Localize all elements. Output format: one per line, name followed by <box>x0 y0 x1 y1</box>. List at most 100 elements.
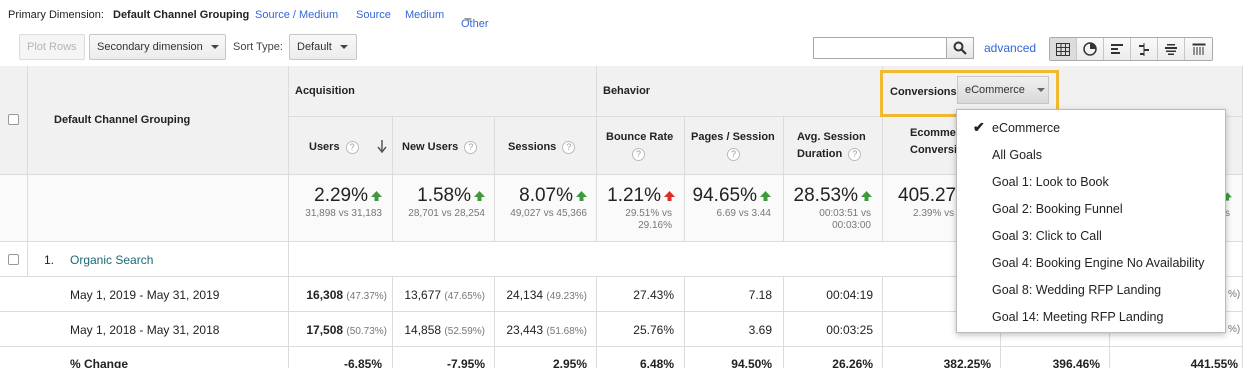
chevron-down-icon <box>1036 88 1045 92</box>
view-term-cloud-button[interactable] <box>1158 38 1185 60</box>
row3-sessions: 23,443 (51.68%) <box>495 312 597 347</box>
view-percentage-button[interactable] <box>1077 38 1104 60</box>
row4-ecommerce-value: 382.25% <box>943 357 991 368</box>
summary-users-compare: 31,898 vs 31,183 <box>305 208 382 219</box>
row4-users-value: -6.85% <box>343 357 382 368</box>
menu-item-goal-4[interactable]: Goal 4: Booking Engine No Availability <box>992 256 1204 270</box>
conversions-label: Conversions <box>890 86 957 98</box>
avg-session-header-2: Duration <box>797 148 843 160</box>
chevron-down-icon <box>464 18 472 22</box>
help-icon[interactable]: ? <box>848 147 862 161</box>
row2-bounce-rate: 27.43% <box>597 277 685 312</box>
view-pivot-button[interactable] <box>1185 38 1212 60</box>
view-performance-button[interactable] <box>1104 38 1131 60</box>
col-avg-session[interactable]: Avg. Session Duration? <box>784 117 883 175</box>
row4-pages-session: 94.50% <box>685 347 784 368</box>
plot-rows-button[interactable]: Plot Rows <box>19 34 85 60</box>
dimension-link-source-medium[interactable]: Source / Medium <box>255 9 338 21</box>
row4-avg-session: 26.26% <box>784 347 883 368</box>
dimension-link-source[interactable]: Source <box>356 9 391 21</box>
sort-arrow-down-icon <box>377 140 387 153</box>
chevron-down-icon <box>210 45 219 49</box>
help-icon[interactable]: ? <box>464 140 478 154</box>
checkmark-icon: ✔ <box>973 119 985 135</box>
dimension-header-cell: Default Channel Grouping <box>28 66 289 175</box>
row4-ecommerce: 382.25% <box>883 347 1001 368</box>
summary-pages-session-compare: 6.69 vs 3.44 <box>716 208 771 219</box>
date-range-previous: May 1, 2018 - May 31, 2018 <box>70 323 220 337</box>
table-row: May 1, 2018 - May 31, 2018 <box>0 312 289 347</box>
row4-c9-value: 441.55% <box>1190 357 1238 368</box>
row-index: 1. <box>44 253 55 267</box>
acquisition-group: Acquisition <box>289 66 597 117</box>
menu-item-ecommerce[interactable]: eCommerce <box>992 121 1060 135</box>
sort-type-select[interactable]: Default <box>289 34 357 60</box>
row3-users: 17,508 (50.73%) <box>289 312 393 347</box>
row2-new-users-value: 13,677 <box>404 288 442 302</box>
secondary-dimension-label: Secondary dimension <box>97 41 203 53</box>
sessions-header: Sessions <box>508 141 557 153</box>
menu-item-all-goals[interactable]: All Goals <box>992 148 1042 162</box>
summary-new-users-value: 1.58% <box>417 185 471 206</box>
behavior-group: Behavior <box>597 66 883 117</box>
dimension-link-medium[interactable]: Medium <box>405 9 444 21</box>
search-button[interactable] <box>946 37 974 59</box>
dimension-header[interactable]: Default Channel Grouping <box>54 112 190 129</box>
row3-sessions-value: 23,443 <box>506 323 544 337</box>
select-all-checkbox[interactable] <box>8 114 19 125</box>
table-search-input[interactable] <box>813 37 947 59</box>
col-pages-session[interactable]: Pages / Session? <box>685 117 784 175</box>
arrow-up-red-icon <box>664 190 675 201</box>
primary-dimension-label: Primary Dimension: <box>8 9 104 21</box>
view-comparison-button[interactable] <box>1131 38 1158 60</box>
col-sessions[interactable]: Sessions? <box>495 117 597 175</box>
row2-pages-session-value: 7.18 <box>748 288 772 302</box>
menu-item-goal-2[interactable]: Goal 2: Booking Funnel <box>992 202 1123 216</box>
advanced-filter-link[interactable]: advanced <box>984 41 1036 55</box>
organic-search-link[interactable]: Organic Search <box>70 253 153 267</box>
row2-sessions-value: 24,134 <box>506 288 544 302</box>
acquisition-label: Acquisition <box>295 85 355 97</box>
arrow-up-icon <box>576 190 587 201</box>
menu-item-goal-1[interactable]: Goal 1: Look to Book <box>992 175 1109 189</box>
summary-check-cell <box>0 175 28 242</box>
menu-item-goal-14[interactable]: Goal 14: Meeting RFP Landing <box>992 310 1163 324</box>
summary-users-value: 2.29% <box>314 185 368 206</box>
row4-sessions-value: 2.95% <box>552 357 587 368</box>
menu-item-goal-3[interactable]: Goal 3: Click to Call <box>992 229 1102 243</box>
row2-sessions-pct: (49.23%) <box>546 291 587 302</box>
help-icon[interactable]: ? <box>727 147 740 161</box>
row4-c9: 441.55% <box>1110 347 1243 368</box>
summary-bounce-rate: 1.21% 29.51% vs 29.16% <box>597 175 685 242</box>
arrow-up-icon <box>371 190 382 201</box>
col-new-users[interactable]: New Users? <box>393 117 495 175</box>
col-bounce-rate[interactable]: Bounce Rate? <box>597 117 685 175</box>
col-users[interactable]: Users? <box>289 117 393 175</box>
help-icon[interactable]: ? <box>632 147 645 161</box>
row-checkbox[interactable] <box>8 254 19 265</box>
help-icon[interactable]: ? <box>345 140 359 154</box>
row2-users-pct: (47.37%) <box>346 291 387 302</box>
row2-bounce-rate-value: 27.43% <box>633 288 674 302</box>
arrow-up-icon <box>760 190 771 201</box>
secondary-dimension-select[interactable]: Secondary dimension <box>89 34 226 60</box>
row3-pages-session-value: 3.69 <box>748 323 772 337</box>
conversions-select[interactable]: eCommerce <box>957 76 1049 104</box>
row2-new-users-pct: (47.65%) <box>444 291 485 302</box>
row2-avg-session-value: 00:04:19 <box>826 288 873 302</box>
row3-avg-session: 00:03:25 <box>784 312 883 347</box>
row4-pages-session-value: 94.50% <box>731 357 772 368</box>
arrow-up-icon <box>474 190 485 201</box>
menu-item-goal-8[interactable]: Goal 8: Wedding RFP Landing <box>992 283 1161 297</box>
row2-pages-session: 7.18 <box>685 277 784 312</box>
row3-new-users-pct: (52.59%) <box>444 326 485 337</box>
view-data-button[interactable] <box>1050 38 1077 60</box>
row2-sessions: 24,134 (49.23%) <box>495 277 597 312</box>
help-icon[interactable]: ? <box>562 140 576 154</box>
summary-label-cell <box>28 175 289 242</box>
summary-pages-session-value: 94.65% <box>692 185 757 206</box>
conversions-select-value: eCommerce <box>965 84 1025 96</box>
row4-users: -6.85% <box>289 347 393 368</box>
row3-users-value: 17,508 <box>306 323 344 337</box>
row2-users-value: 16,308 <box>306 288 344 302</box>
